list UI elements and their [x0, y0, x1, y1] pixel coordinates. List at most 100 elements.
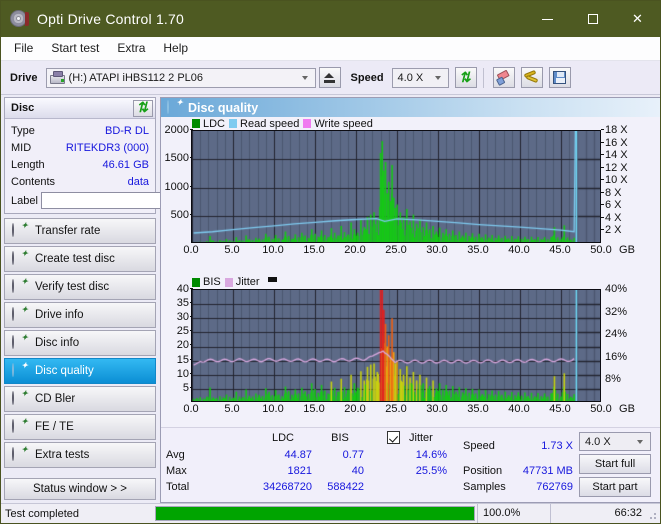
page-title: Disc quality [188, 101, 258, 115]
x-axis-label: GB [619, 244, 635, 256]
start-full-button[interactable]: Start full [579, 454, 651, 474]
menu-start-test[interactable]: Start test [42, 37, 108, 60]
legend-ldc: LDC [192, 118, 225, 130]
y2-tick: 8% [605, 374, 621, 384]
y-tick: 15 [177, 355, 189, 365]
sidebar-item-cd-bler[interactable]: ✦ CD Bler [4, 386, 156, 412]
status-window-button[interactable]: Status window > > [4, 478, 156, 500]
bottom-y2-axis: 8%16%24%32%40% [605, 289, 645, 402]
disc-label-label: Label [11, 195, 38, 207]
minimize-button[interactable] [525, 1, 570, 37]
legend-jitter: Jitter [225, 276, 260, 288]
x-tick: 40.0 [508, 244, 529, 256]
toolbar: Drive (H:) ATAPI iHBS112 2 PL06 Speed 4.… [1, 61, 660, 95]
disc-icon: ✦ [12, 364, 26, 378]
bis-max-value: 40 [314, 465, 364, 477]
sidebar-item-drive-info[interactable]: ✦ Drive info [4, 302, 156, 328]
legend-swatch [192, 278, 200, 287]
top-y-axis: 500100015002000 [161, 130, 189, 243]
chevron-down-icon [302, 76, 309, 80]
x-tick: 0.0 [183, 403, 198, 415]
stats-row-avg-label: Avg [166, 449, 185, 461]
top-plot-box: 500100015002000 2 X4 X6 X8 X10 X12 X14 X… [161, 130, 660, 276]
disc-mid-value: RITEKDR3 (000) [66, 142, 149, 154]
x-tick: 15.0 [303, 403, 324, 415]
resize-grip[interactable] [647, 504, 660, 523]
maximize-button[interactable] [570, 1, 615, 37]
eject-button[interactable] [319, 67, 341, 88]
stats-speed-value: 4.0 X [585, 436, 611, 448]
jitter-max-value: 25.5% [389, 465, 447, 477]
x-tick: 10.0 [262, 244, 283, 256]
menu-extra[interactable]: Extra [108, 37, 154, 60]
legend-label: Read speed [240, 118, 299, 130]
jitter-checkbox[interactable] [387, 431, 400, 444]
position-value: 47731 MB [503, 465, 573, 477]
main-panel: ✦ Disc quality LDC Read speed [160, 97, 660, 503]
disc-row-contents: Contents data [11, 173, 149, 190]
y-tick: 2000 [165, 125, 189, 135]
disc-mid-label: MID [11, 142, 31, 154]
x-tick: 45.0 [549, 403, 570, 415]
sidebar-item-disc-quality[interactable]: ✦ Disc quality [4, 358, 156, 384]
menu-file[interactable]: File [5, 37, 42, 60]
x-tick: 30.0 [426, 244, 447, 256]
y2-tick: 2 X [605, 225, 622, 235]
sidebar-item-disc-info[interactable]: ✦ Disc info [4, 330, 156, 356]
x-tick: 20.0 [344, 403, 365, 415]
close-icon[interactable]: ✕ [615, 1, 660, 37]
y2-tick: 16 X [605, 138, 628, 148]
sidebar-item-transfer-rate[interactable]: ✦ Transfer rate [4, 218, 156, 244]
disc-refresh-button[interactable] [133, 100, 153, 117]
disc-icon: ✦ [12, 336, 26, 350]
sidebar-item-verify-test-disc[interactable]: ✦ Verify test disc [4, 274, 156, 300]
erase-button[interactable] [493, 67, 515, 88]
save-icon [553, 71, 566, 84]
x-tick: 20.0 [344, 244, 365, 256]
drive-label: Drive [10, 72, 38, 84]
chevron-down-icon [637, 440, 644, 444]
x-tick: 5.0 [224, 244, 239, 256]
position-label: Position [463, 465, 502, 477]
bottom-plot[interactable] [191, 289, 601, 402]
stats-speed-select[interactable]: 4.0 X [579, 432, 651, 451]
sidebar-item-create-test-disc[interactable]: ✦ Create test disc [4, 246, 156, 272]
disc-quality-header: ✦ Disc quality [161, 98, 660, 117]
legend-swatch [303, 119, 311, 128]
tools-button[interactable] [521, 67, 543, 88]
app-window: Opti Drive Control 1.70 ✕ File Start tes… [0, 0, 661, 524]
legend-read-speed: Read speed [229, 118, 299, 130]
legend-label: LDC [203, 118, 225, 130]
speed-select[interactable]: 4.0 X [392, 68, 449, 88]
bottom-chart-legend: BIS Jitter [161, 276, 660, 289]
start-part-button[interactable]: Start part [579, 477, 651, 497]
disc-panel-header: Disc [5, 98, 155, 119]
status-window-label: Status window > > [33, 483, 127, 495]
stats-header-bis: BIS [316, 432, 364, 444]
samples-label: Samples [463, 481, 506, 493]
legend-marker-icon [268, 277, 277, 282]
top-plot[interactable] [191, 130, 601, 243]
save-button[interactable] [549, 67, 571, 88]
y-tick: 20 [177, 340, 189, 350]
x-tick: 5.0 [224, 403, 239, 415]
disc-icon: ✦ [12, 420, 26, 434]
y2-tick: 24% [605, 329, 627, 339]
sidebar-item-label: Transfer rate [35, 225, 100, 237]
y-tick: 40 [177, 284, 189, 294]
refresh-button[interactable] [455, 67, 477, 88]
disc-quality-icon: ✦ [167, 101, 181, 115]
menu-help[interactable]: Help [154, 37, 197, 60]
speed-label: Speed [351, 72, 384, 84]
sidebar-item-extra-tests[interactable]: ✦ Extra tests [4, 442, 156, 468]
top-chart-legend: LDC Read speed Write speed [161, 117, 660, 130]
sidebar: Disc Type BD-R DL MID RITEKDR3 (000) Len… [1, 95, 159, 503]
x-tick: 50.0 [590, 244, 611, 256]
eraser-icon [494, 69, 513, 87]
disc-info-rows: Type BD-R DL MID RITEKDR3 (000) Length 4… [5, 119, 155, 213]
sidebar-item-fe-te[interactable]: ✦ FE / TE [4, 414, 156, 440]
drive-select[interactable]: (H:) ATAPI iHBS112 2 PL06 [46, 68, 316, 88]
y-tick: 30 [177, 312, 189, 322]
sidebar-item-label: CD Bler [35, 393, 75, 405]
y2-tick: 14 X [605, 150, 628, 160]
